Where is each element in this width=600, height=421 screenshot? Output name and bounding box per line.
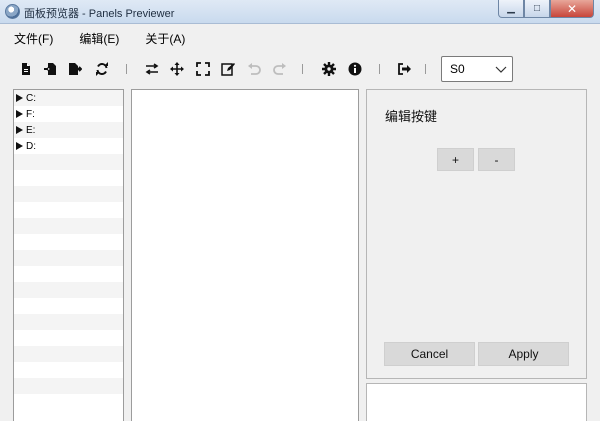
menu-edit[interactable]: 编辑(E) <box>75 27 123 50</box>
chevron-down-icon <box>495 66 507 73</box>
exit-icon[interactable] <box>397 61 413 77</box>
tree-item-drive-d[interactable]: D: <box>14 138 123 154</box>
tree-item-drive-e[interactable]: E: <box>14 122 123 138</box>
info-icon[interactable] <box>347 61 363 77</box>
key-editor-title: 编辑按键 <box>385 109 438 124</box>
close-button[interactable]: ✕ <box>550 0 594 18</box>
tree-item-drive-f[interactable]: F: <box>14 106 123 122</box>
toolbar-separator <box>126 64 127 74</box>
cancel-button[interactable]: Cancel <box>384 342 475 366</box>
expand-arrow-icon[interactable] <box>16 126 23 134</box>
tree-item-label: F: <box>26 108 35 120</box>
edit-icon[interactable] <box>220 61 236 77</box>
toolbar-separator <box>302 64 303 74</box>
menu-bar: 文件(F) 编辑(E) 关于(A) <box>0 25 600 51</box>
key-list-area[interactable] <box>366 383 587 421</box>
tree-empty-rows <box>14 154 123 410</box>
move-icon[interactable] <box>169 61 185 77</box>
expand-arrow-icon[interactable] <box>16 94 23 102</box>
export-icon[interactable] <box>67 61 83 77</box>
toolbar: S0 <box>0 53 600 85</box>
toolbar-separator <box>425 64 426 74</box>
undo-icon[interactable] <box>246 61 262 77</box>
redo-icon[interactable] <box>272 61 288 77</box>
menu-file[interactable]: 文件(F) <box>10 27 57 50</box>
import-icon[interactable] <box>42 61 58 77</box>
new-file-icon[interactable] <box>18 61 34 77</box>
window-title: 面板预览器 - Panels Previewer <box>24 8 175 20</box>
refresh-icon[interactable] <box>94 61 110 77</box>
swap-icon[interactable] <box>144 61 160 77</box>
title-bar: 面板预览器 - Panels Previewer ▁ □ ✕ <box>0 0 600 24</box>
menu-about[interactable]: 关于(A) <box>141 27 189 50</box>
panel-preview-area[interactable] <box>131 89 359 421</box>
panel-select-value: S0 <box>450 62 465 76</box>
minimize-button[interactable]: ▁ <box>498 0 524 18</box>
expand-arrow-icon[interactable] <box>16 110 23 118</box>
maximize-button[interactable]: □ <box>524 0 550 18</box>
toolbar-separator <box>379 64 380 74</box>
remove-key-button[interactable]: - <box>478 148 515 171</box>
expand-arrow-icon[interactable] <box>16 142 23 150</box>
add-key-button[interactable]: + <box>437 148 474 171</box>
tree-item-label: C: <box>26 92 36 104</box>
apply-button[interactable]: Apply <box>478 342 569 366</box>
tree-item-drive-c[interactable]: C: <box>14 90 123 106</box>
settings-icon[interactable] <box>321 61 337 77</box>
fullscreen-icon[interactable] <box>195 61 211 77</box>
app-icon <box>5 4 20 19</box>
window-controls: ▁ □ ✕ <box>498 0 594 18</box>
drive-tree[interactable]: C: F: E: D: <box>13 89 124 421</box>
tree-item-label: D: <box>26 140 36 152</box>
key-editor-panel: 编辑按键 + - Cancel Apply <box>366 89 587 379</box>
tree-item-label: E: <box>26 124 36 136</box>
panel-select[interactable]: S0 <box>441 56 513 82</box>
